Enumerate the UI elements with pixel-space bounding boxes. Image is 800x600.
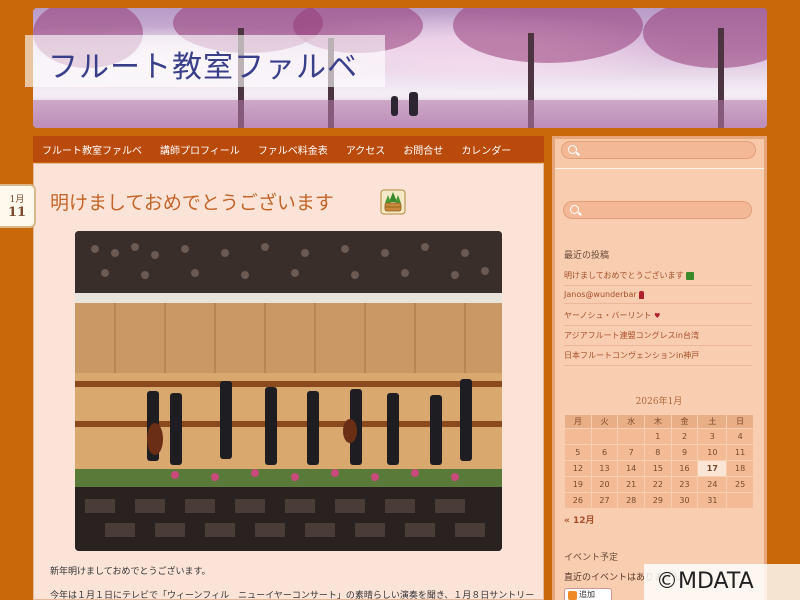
calendar-day: 8 [644, 444, 672, 461]
calendar-day: 3 [697, 428, 728, 445]
calendar-week: 12 13 14 15 16 17 18 [564, 460, 754, 477]
calendar-day: 16 [670, 460, 699, 477]
calendar-day: 9 [670, 444, 699, 461]
calendar-header: 月 [564, 414, 592, 429]
calendar-empty-cell [590, 428, 619, 445]
calendar-header: 土 [697, 414, 728, 429]
calendar-day: 30 [670, 492, 699, 509]
add-events-button[interactable]: 追加 [564, 588, 612, 600]
main-nav: フルート教室ファルベ 講師プロフィール ファルベ料金表 アクセス お問合せ カレ… [33, 136, 544, 162]
tree-foliage [643, 8, 767, 68]
watermark: ©MDATA [644, 564, 800, 600]
calendar-widget: 月 火 水 木 金 土 日 1 2 3 4 5 6 7 8 9 10 11 12 13 14 15 16 17 1… [564, 414, 754, 509]
post-paragraph: 今年は１月１日にテレビで「ウィーンフィル ニューイヤーコンサート」の素晴らしい演… [50, 591, 535, 600]
calendar-header: 日 [726, 414, 754, 429]
sidebar-panel [555, 168, 764, 600]
calendar-day: 24 [697, 476, 728, 493]
calendar-day: 15 [644, 460, 672, 477]
calendar-day: 5 [564, 444, 592, 461]
calendar-week: 19 20 21 22 23 24 25 [564, 476, 754, 493]
calendar-day: 21 [617, 476, 646, 493]
calendar-day: 6 [590, 444, 619, 461]
post-date-badge: 1月 11 [0, 184, 36, 228]
calendar-day: 28 [617, 492, 646, 509]
calendar-week: 1234 [564, 428, 754, 445]
nav-item-profile[interactable]: 講師プロフィール [160, 142, 240, 157]
calendar-empty-cell [617, 428, 646, 445]
concert-photo [75, 231, 502, 551]
calendar-day: 18 [726, 460, 754, 477]
calendar-header: 火 [590, 414, 619, 429]
site-title[interactable]: フルート教室ファルベ [48, 42, 358, 86]
recent-post-link[interactable]: 日本フルートコンヴェンションin神戸 [564, 350, 752, 366]
recent-post-link[interactable]: Janos@wunderbar [564, 290, 752, 304]
recent-post-label: ヤーノシュ・バーリント [564, 311, 652, 320]
recent-post-link[interactable]: アジアフルート連盟コングレスin台湾 [564, 330, 752, 346]
nav-item-calendar[interactable]: カレンダー [461, 142, 511, 157]
post-paragraph: 新年明けましておめでとうございます。 [50, 567, 211, 577]
recent-post-label: Janos@wunderbar [564, 290, 637, 299]
nav-item-pricing[interactable]: ファルベ料金表 [258, 142, 328, 157]
calendar-week: 26 27 28 29 30 31 [564, 492, 754, 509]
calendar-header: 金 [670, 414, 699, 429]
calendar-day: 29 [644, 492, 672, 509]
calendar-day: 14 [617, 460, 646, 477]
calendar-day: 26 [564, 492, 592, 509]
nav-item-contact[interactable]: お問合せ [403, 142, 443, 157]
post-body: 新年明けましておめでとうございます。 今年は１月１日にテレビで「ウィーンフィル … [50, 560, 535, 600]
recent-post-label: 明けましておめでとうございます [564, 271, 684, 280]
person-figure [391, 96, 398, 116]
calendar-day-today: 17 [697, 460, 728, 477]
tree-foliage [453, 8, 643, 63]
calendar-day: 2 [670, 428, 699, 445]
recent-post-link[interactable]: 明けましておめでとうございます [564, 270, 752, 286]
recent-posts-title: 最近の投稿 [564, 251, 610, 261]
rss-icon [568, 591, 577, 600]
calendar-prev-month-link[interactable]: « 12月 [564, 513, 594, 526]
calendar-day: 1 [644, 428, 672, 445]
calendar-day: 20 [590, 476, 619, 493]
post-title[interactable]: 明けましておめでとうございます [50, 188, 334, 215]
nav-item-home[interactable]: フルート教室ファルベ [42, 142, 142, 157]
calendar-day: 11 [726, 444, 754, 461]
header-search-input[interactable] [561, 141, 756, 159]
recent-post-link[interactable]: ヤーノシュ・バーリント ♥ [564, 310, 752, 326]
add-events-label: 追加 [579, 590, 595, 599]
calendar-day: 12 [564, 460, 592, 477]
calendar-header: 水 [617, 414, 646, 429]
calendar-day: 7 [617, 444, 646, 461]
calendar-day: 10 [697, 444, 728, 461]
calendar-caption: 2026年1月 [635, 397, 683, 407]
events-title: イベント予定 [564, 553, 619, 563]
calendar-day: 19 [564, 476, 592, 493]
shrub-row [33, 100, 767, 128]
kadomatsu-icon [380, 189, 406, 215]
wine-glass-icon [639, 290, 645, 299]
kadomatsu-icon [686, 271, 695, 280]
calendar-empty-cell [564, 428, 592, 445]
heart-icon: ♥ [654, 312, 661, 320]
calendar-day: 25 [726, 476, 754, 493]
nav-item-access[interactable]: アクセス [346, 142, 386, 157]
calendar-day: 4 [726, 428, 754, 445]
calendar-day: 31 [697, 492, 728, 509]
search-icon [570, 205, 579, 214]
calendar-empty-cell [726, 492, 754, 509]
person-figure [409, 92, 418, 116]
calendar-day: 23 [670, 476, 699, 493]
calendar-week: 5 6 7 8 9 10 11 [564, 444, 754, 461]
calendar-day: 22 [644, 476, 672, 493]
calendar-header: 木 [644, 414, 672, 429]
calendar-day: 13 [590, 460, 619, 477]
search-icon [568, 145, 577, 154]
post-date-month: 1月 [9, 195, 25, 205]
calendar-day: 27 [590, 492, 619, 509]
sidebar-search-input[interactable] [563, 201, 752, 219]
post-date-day: 11 [7, 205, 27, 220]
